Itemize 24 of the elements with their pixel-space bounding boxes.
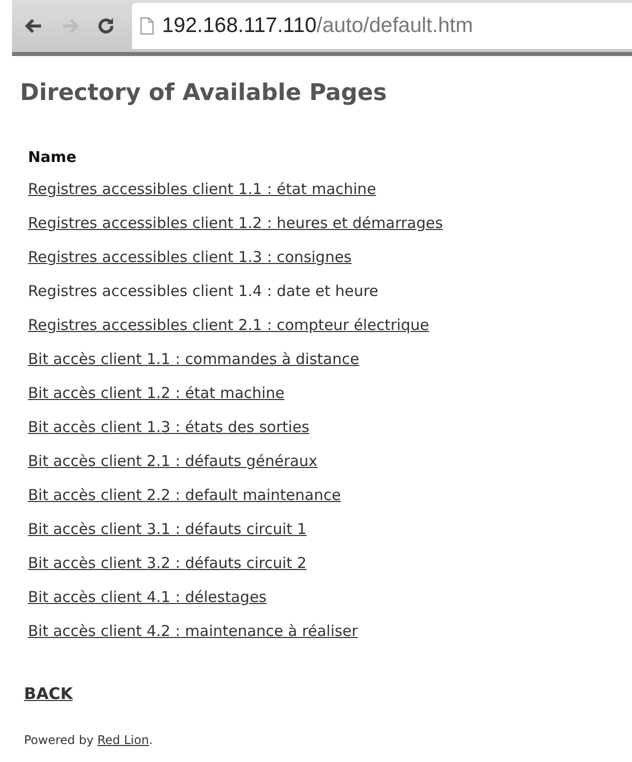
url-text: 192.168.117.110/auto/default.htm [162, 14, 473, 38]
address-bar[interactable]: 192.168.117.110/auto/default.htm [132, 3, 632, 49]
page-title: Directory of Available Pages [20, 80, 388, 106]
page-link[interactable]: Bit accès client 1.2 : état machine [28, 376, 284, 410]
page-link[interactable]: Registres accessibles client 2.1 : compteur électrique [28, 308, 430, 342]
vendor-link[interactable]: Red Lion [97, 733, 149, 747]
page-icon [140, 17, 154, 35]
footer-text: Powered by Red Lion. [24, 733, 154, 747]
back-link[interactable]: BACK [24, 684, 73, 703]
page-link[interactable]: Bit accès client 4.1 : délestages [28, 580, 267, 614]
page-link[interactable]: Registres accessibles client 1.1 : état machine [28, 172, 376, 206]
back-icon[interactable] [24, 16, 44, 36]
page-link[interactable]: Bit accès client 2.1 : défauts généraux [28, 444, 318, 478]
page-link[interactable]: Bit accès client 3.2 : défauts circuit 2 [28, 546, 307, 580]
page-link[interactable]: Registres accessibles client 1.2 : heures et démarrages [28, 206, 443, 240]
page-link[interactable]: Bit accès client 1.1 : commandes à distance [28, 342, 360, 376]
page-link[interactable]: Registres accessibles client 1.3 : consignes [28, 240, 352, 274]
page-link[interactable]: Bit accès client 4.2 : maintenance à réaliser [28, 614, 358, 648]
page-link[interactable]: Bit accès client 3.1 : défauts circuit 1 [28, 512, 307, 546]
page-link[interactable]: Bit accès client 2.2 : default maintenance [28, 478, 341, 512]
page-link[interactable]: Registres accessibles client 1.4 : date et heure [28, 274, 378, 308]
column-header: Name [28, 148, 78, 166]
page-link[interactable]: Bit accès client 1.3 : états des sorties [28, 410, 310, 444]
reload-icon[interactable] [96, 16, 116, 36]
